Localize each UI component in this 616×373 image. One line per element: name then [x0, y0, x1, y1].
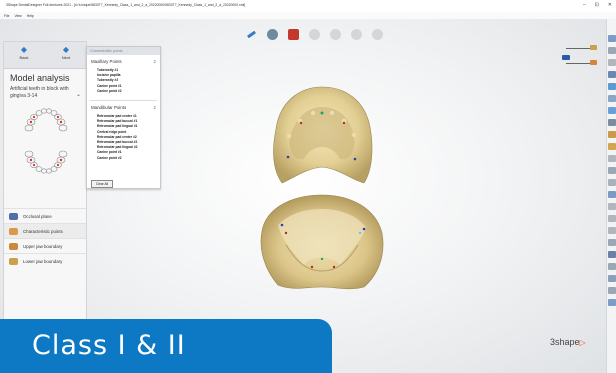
sidebar-tool-icon[interactable] [608, 227, 616, 234]
point-item[interactable]: Canine point #2 [97, 89, 122, 94]
sidebar-tool-icon[interactable] [608, 215, 616, 222]
mandibular-points-list: Retromolar pad center #1 Retromolar pad … [97, 114, 138, 161]
sidebar-tool-icon[interactable] [608, 35, 616, 42]
step-occlusal-plane[interactable]: Occlusal plane [4, 208, 86, 223]
tool-gum-icon [330, 28, 341, 40]
sidebar-tool-icon[interactable] [608, 263, 616, 270]
sidebar-tool-icon[interactable] [608, 95, 616, 102]
arrow-left-icon: ◆ [20, 45, 28, 54]
wizard-nav: ◆ Back ◆ Next [4, 42, 86, 69]
sidebar-tool-icon[interactable] [608, 107, 616, 114]
alt-legend-icon[interactable] [590, 60, 597, 65]
wizard-panel: ◆ Back ◆ Next Model analysis Artificial … [3, 41, 87, 320]
sidebar-tool-icon[interactable] [608, 131, 616, 138]
tool-pen-button[interactable] [244, 27, 259, 42]
minimize-button[interactable]: – [583, 2, 586, 8]
point-item[interactable]: Canine point #2 [97, 156, 138, 161]
back-button[interactable]: ◆ Back [6, 45, 42, 65]
sidebar-tool-icon[interactable] [608, 179, 616, 186]
mandibular-count: 2 [153, 105, 156, 110]
teeth-type-select[interactable]: Artificial teeth in block with gingiva 3… [10, 86, 74, 99]
logo-mark-icon: ▷ [579, 338, 586, 347]
jaw-legend [556, 45, 600, 76]
banner-text: Class I & II [32, 330, 186, 361]
tool-pen-icon [246, 30, 257, 38]
lower-legend-icon[interactable] [562, 55, 570, 60]
tooth-chart-image [24, 108, 68, 174]
tool-circle-button[interactable] [370, 27, 385, 42]
window-controls: – ⊡ ✕ [583, 2, 612, 8]
step-characteristic-points[interactable]: Characteristic points [4, 223, 86, 238]
sidebar-tool-icon[interactable] [608, 251, 616, 258]
characteristic-points-popup: Characteristic points Maxillary Points 2… [86, 46, 161, 189]
sidebar-tool-icon[interactable] [608, 143, 616, 150]
chevron-down-icon[interactable]: ⌄ [76, 91, 81, 98]
tool-tooth-button[interactable] [307, 27, 322, 42]
tool-circle-icon [372, 28, 383, 40]
page-title: Model analysis [10, 73, 70, 83]
sidebar-tool-icon[interactable] [608, 59, 616, 66]
tool-mesh-icon [267, 28, 278, 40]
maxillary-count: 2 [153, 59, 156, 64]
upper-legend-swatch [590, 45, 597, 50]
sidebar-tool-icon[interactable] [608, 71, 616, 78]
step-upper-jaw-boundary[interactable]: Upper jaw boundary [4, 238, 86, 253]
arrow-right-icon: ◆ [62, 45, 70, 54]
back-label: Back [19, 55, 29, 60]
section-divider [90, 100, 157, 101]
sidebar-tool-icon[interactable] [608, 167, 616, 174]
window-title: 3Shape DentalDesigner Full dentures 2021… [6, 3, 246, 7]
point-item[interactable]: Retromolar pad lingual #1 [97, 124, 138, 129]
menu-file[interactable]: File [4, 14, 9, 18]
step-label: Occlusal plane [23, 213, 52, 219]
tool-sphere-icon [351, 28, 362, 40]
tool-points-button[interactable] [286, 27, 301, 42]
occlusal-plane-icon [9, 212, 18, 220]
step-label: Characteristic points [23, 228, 63, 234]
lower-jaw-model [260, 194, 384, 290]
maximize-button[interactable]: ⊡ [595, 2, 599, 8]
clear-all-button[interactable]: Clear All [91, 180, 113, 188]
sidebar-tool-icon[interactable] [608, 47, 616, 54]
sidebar-tool-icon[interactable] [608, 275, 616, 282]
upper-jaw-model [273, 86, 373, 184]
point-item[interactable]: Tuberosity #2 [97, 78, 122, 83]
menu-help[interactable]: Help [27, 14, 34, 18]
tool-points-icon [288, 28, 299, 40]
tool-sphere-button[interactable] [349, 27, 364, 42]
next-button[interactable]: ◆ Next [48, 45, 84, 65]
tool-mesh-button[interactable] [265, 27, 280, 42]
logo-text: 3shape [550, 337, 580, 347]
tool-tooth-icon [309, 28, 320, 40]
upper-jaw-icon [9, 242, 18, 250]
maxillary-points-list: Tuberosity #1 Incisive papilla Tuberosit… [97, 68, 122, 94]
sidebar-tool-icon[interactable] [608, 203, 616, 210]
step-label: Upper jaw boundary [23, 243, 63, 249]
step-lower-jaw-boundary[interactable]: Lower jaw boundary [4, 253, 86, 268]
sidebar-tool-icon[interactable] [608, 155, 616, 162]
right-tool-sidebar [606, 19, 616, 373]
sidebar-tool-icon[interactable] [608, 299, 616, 306]
3shape-logo: 3shape▷ [550, 337, 586, 347]
sidebar-tool-icon[interactable] [608, 119, 616, 126]
menu-view[interactable]: View [14, 14, 21, 18]
close-button[interactable]: ✕ [608, 2, 612, 8]
mandibular-section-title: Mandibular Points [91, 105, 127, 110]
sidebar-tool-icon[interactable] [608, 83, 616, 90]
tool-gum-button[interactable] [328, 27, 343, 42]
sidebar-tool-icon[interactable] [608, 287, 616, 294]
class-banner: Class I & II [0, 319, 332, 373]
step-label: Lower jaw boundary [23, 258, 63, 264]
sidebar-tool-icon[interactable] [608, 191, 616, 198]
view-toolbar [244, 24, 396, 44]
sidebar-tool-icon[interactable] [608, 239, 616, 246]
popup-header: Characteristic points [87, 47, 160, 55]
maxillary-section-title: Maxillary Points [91, 59, 122, 64]
characteristic-points-icon [9, 227, 18, 235]
lower-jaw-icon [9, 257, 18, 265]
next-label: Next [61, 55, 71, 60]
